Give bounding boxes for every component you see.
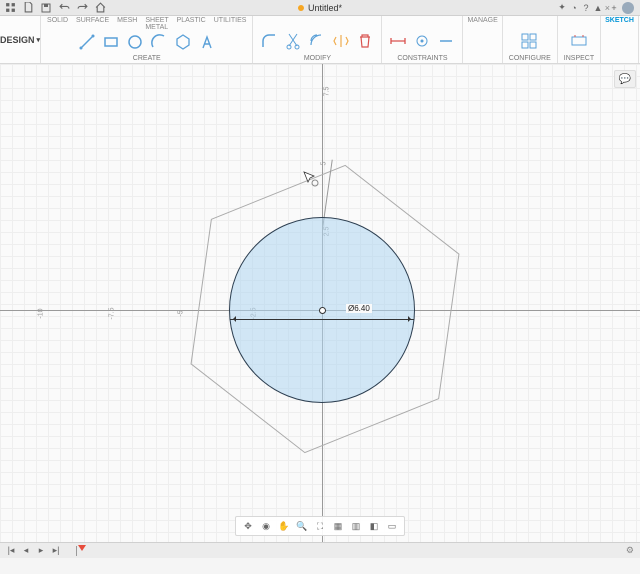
cursor-indicator-icon [302, 170, 320, 188]
coincident-tool-icon[interactable] [412, 30, 432, 52]
grid-icon[interactable]: ▥ [350, 520, 362, 532]
constraints-label[interactable]: CONSTRAINTS [388, 55, 456, 63]
display-icon[interactable]: ▦ [332, 520, 344, 532]
undo-icon[interactable] [58, 2, 70, 14]
rectangle-tool-icon[interactable] [101, 31, 121, 53]
axis-label: -7.5 [109, 307, 116, 319]
help-icon[interactable]: ? [580, 2, 592, 14]
arc-tool-icon[interactable] [149, 31, 169, 53]
tab-manage[interactable]: MANAGE [467, 16, 497, 28]
configure-icon[interactable] [520, 30, 540, 52]
sketch-canvas[interactable]: -10 -7.5 -5 -2.5 2.5 5 7.5 Ø6.40 💬 ✥ ◉ ✋… [0, 64, 640, 542]
create-label[interactable]: CREATE [47, 55, 246, 63]
origin-point[interactable] [319, 307, 326, 314]
fillet-tool-icon[interactable] [259, 30, 279, 52]
workspace-switcher[interactable]: DESIGN ▾ [0, 16, 41, 63]
delete-tool-icon[interactable] [355, 30, 375, 52]
notifications-icon[interactable]: ◔ [568, 2, 580, 14]
jobs-icon[interactable]: ▲ [592, 2, 604, 14]
tab-surface[interactable]: SURFACE [76, 16, 109, 28]
home-icon[interactable] [94, 2, 106, 14]
tab-mesh[interactable]: MESH [117, 16, 137, 28]
constraints-group: CONSTRAINTS [382, 16, 463, 63]
timeline-prev-icon[interactable]: ◂ [21, 546, 31, 556]
caret-down-icon: ▾ [37, 36, 41, 44]
look-at-icon[interactable]: ◉ [260, 520, 272, 532]
circle-tool-icon[interactable] [125, 31, 145, 53]
workspace-label: DESIGN [0, 35, 35, 45]
view-navigation-bar: ✥ ◉ ✋ 🔍 ⛶ ▦ ▥ ◧ ▭ [235, 516, 405, 536]
context-tabs: SOLID SURFACE MESH SHEET METAL PLASTIC U… [47, 16, 246, 28]
create-tools [47, 28, 246, 55]
timeline-playhead[interactable] [78, 545, 86, 551]
tab-sketch[interactable]: SKETCH [605, 16, 634, 28]
extensions-icon[interactable]: ✦ [556, 2, 568, 14]
tab-solid[interactable]: SOLID [47, 16, 68, 28]
dimension-value[interactable]: Ø6.40 [346, 304, 372, 313]
zoom-icon[interactable]: 🔍 [296, 520, 308, 532]
create-group: SOLID SURFACE MESH SHEET METAL PLASTIC U… [41, 16, 253, 63]
axis-label: 7.5 [323, 87, 330, 97]
quick-access-toolbar: Untitled* × + ✦ ◔ ? ▲ [0, 0, 640, 16]
timeline-next-icon[interactable]: ▸| [51, 546, 61, 556]
modify-group: MODIFY [253, 16, 382, 63]
configure-label[interactable]: CONFIGURE [509, 55, 551, 63]
text-tool-icon[interactable] [197, 31, 217, 53]
comments-button[interactable]: 💬 [614, 70, 636, 88]
timeline-start-icon[interactable]: |◂ [6, 546, 16, 556]
redo-icon[interactable] [76, 2, 88, 14]
horizontal-tool-icon[interactable] [436, 30, 456, 52]
mirror-tool-icon[interactable] [331, 30, 351, 52]
new-tab-icon[interactable]: + [608, 2, 620, 14]
configure-group: CONFIGURE [503, 16, 558, 63]
unsaved-indicator-icon [298, 5, 304, 11]
timeline-marker [76, 546, 77, 556]
tab-utilities[interactable]: UTILITIES [214, 16, 247, 28]
trim-tool-icon[interactable] [283, 30, 303, 52]
app-menu-icon[interactable] [4, 2, 16, 14]
ribbon-toolbar: DESIGN ▾ SOLID SURFACE MESH SHEET METAL … [0, 16, 640, 64]
axis-label: -10 [38, 308, 45, 318]
timeline-settings-icon[interactable]: ⚙ [626, 545, 634, 556]
dimension-line[interactable] [230, 319, 414, 320]
polygon-tool-icon[interactable] [173, 31, 193, 53]
file-icon[interactable] [22, 2, 34, 14]
display-settings-icon[interactable]: ◧ [368, 520, 380, 532]
inspect-label[interactable]: INSPECT [564, 55, 594, 63]
manage-group: MANAGE [463, 16, 502, 63]
orbit-icon[interactable]: ✥ [242, 520, 254, 532]
tab-plastic[interactable]: PLASTIC [177, 16, 206, 28]
document-title: Untitled* [298, 3, 342, 13]
viewport-icon[interactable]: ▭ [386, 520, 398, 532]
timeline-play-icon[interactable]: ▸ [36, 546, 46, 556]
inspect-group: INSPECT [558, 16, 601, 63]
line-tool-icon[interactable] [77, 31, 97, 53]
timeline-bar: |◂ ◂ ▸ ▸| ⚙ [0, 542, 640, 558]
dimension-tool-icon[interactable] [388, 30, 408, 52]
save-icon[interactable] [40, 2, 52, 14]
offset-tool-icon[interactable] [307, 30, 327, 52]
title-text: Untitled* [308, 3, 342, 13]
sketch-tab-group: SKETCH [601, 16, 639, 63]
pan-icon[interactable]: ✋ [278, 520, 290, 532]
modify-label[interactable]: MODIFY [259, 55, 375, 63]
inspect-icon[interactable] [569, 30, 589, 52]
tab-sheet-metal[interactable]: SHEET METAL [145, 16, 168, 28]
user-avatar[interactable] [622, 2, 634, 14]
fit-icon[interactable]: ⛶ [314, 520, 326, 532]
